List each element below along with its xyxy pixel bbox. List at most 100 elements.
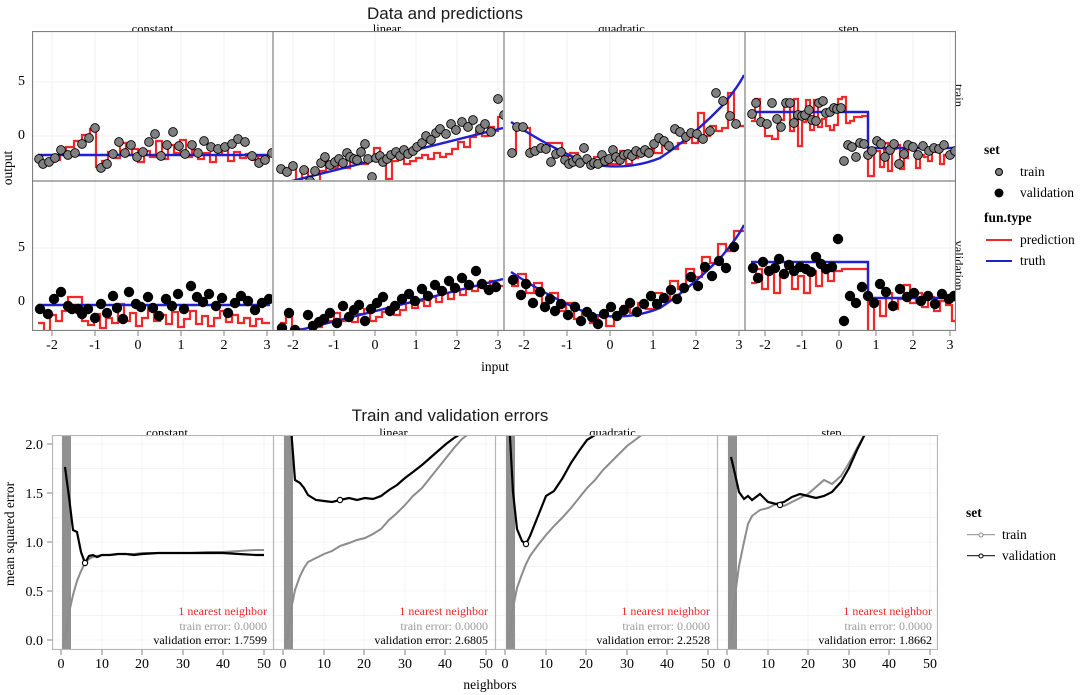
xtick: 2 — [692, 338, 700, 353]
train-linepoint-icon — [966, 526, 996, 544]
xtick: 50 — [923, 657, 937, 672]
bottom-chart-y-ticks — [47, 443, 52, 641]
xtick: -1 — [796, 338, 808, 353]
annotation-line-3: validation error: 2.6805 — [374, 633, 488, 648]
xtick: 20 — [357, 657, 371, 672]
xtick: 1 — [872, 338, 880, 353]
xtick: 3 — [735, 338, 743, 353]
legend-label: validation — [1002, 547, 1056, 563]
truth-line-icon — [984, 252, 1014, 270]
legend-item-validation[interactable]: validation — [966, 545, 1056, 566]
xtick: -1 — [561, 338, 573, 353]
xtick: 1 — [649, 338, 657, 353]
xtick: 10 — [317, 657, 331, 672]
legend-title-funtype: fun.type — [984, 210, 1032, 225]
bottom-y-tick-05: 0.5 — [25, 585, 44, 600]
top-chart-legend-set: set train validation — [984, 142, 1074, 203]
bottom-y-tick-0: 0.0 — [25, 634, 44, 649]
xtick: 0 — [279, 657, 287, 672]
train-point-icon — [984, 163, 1014, 181]
xtick: 10 — [95, 657, 109, 672]
xtick: 0 — [723, 657, 731, 672]
xtick: -2 — [287, 338, 299, 353]
xtick: 1 — [412, 338, 420, 353]
bottom-y-tick-2: 2.0 — [25, 438, 44, 453]
top-y-tick-train-5: 5 — [18, 74, 25, 89]
annotation-quadratic: 1 nearest neighbor train error: 0.0000 v… — [555, 604, 710, 648]
train-and-validation-errors-figure: Train and validation errors mean squared… — [0, 398, 1086, 695]
legend-item-prediction[interactable]: prediction — [984, 229, 1075, 250]
legend-item-truth[interactable]: truth — [984, 250, 1075, 271]
legend-label: prediction — [1020, 231, 1075, 247]
xtick: 20 — [579, 657, 593, 672]
xtick: 0 — [134, 338, 142, 353]
xtick: 40 — [216, 657, 230, 672]
xtick: 3 — [263, 338, 271, 353]
legend-label: train — [1002, 526, 1027, 542]
annotation-step: 1 nearest neighbor train error: 0.0000 v… — [777, 604, 932, 648]
annotation-line-1: 1 nearest neighbor — [621, 604, 710, 618]
legend-label: truth — [1020, 252, 1046, 268]
data-and-predictions-figure: Data and predictions output constant lin… — [0, 0, 1086, 395]
xtick: 40 — [438, 657, 452, 672]
xtick: 3 — [494, 338, 502, 353]
xtick: 0 — [57, 657, 65, 672]
bottom-chart-x-axis-label: neighbors — [463, 677, 517, 692]
xtick: 20 — [135, 657, 149, 672]
annotation-line-2: train error: 0.0000 — [844, 618, 932, 633]
xtick: 2 — [909, 338, 917, 353]
xtick: 40 — [660, 657, 674, 672]
top-y-tick-validation-5: 5 — [18, 240, 25, 255]
xtick: 30 — [176, 657, 190, 672]
top-chart-title: Data and predictions — [367, 4, 523, 23]
annotation-line-3: validation error: 2.2528 — [596, 633, 710, 648]
annotation-line-1: 1 nearest neighbor — [178, 604, 267, 618]
legend-item-validation[interactable]: validation — [984, 182, 1074, 203]
xtick: 30 — [620, 657, 634, 672]
top-chart-x-axis-label: input — [481, 359, 509, 374]
xtick: 10 — [539, 657, 553, 672]
xtick: 1 — [177, 338, 185, 353]
annotation-line-2: train error: 0.0000 — [400, 618, 488, 633]
legend-label: train — [1020, 163, 1045, 179]
annotation-line-2: train error: 0.0000 — [622, 618, 710, 633]
annotation-line-1: 1 nearest neighbor — [843, 604, 932, 618]
bottom-chart-title: Train and validation errors — [351, 406, 549, 425]
xtick: 10 — [761, 657, 775, 672]
validation-point-icon — [984, 184, 1014, 202]
xtick: 0 — [835, 338, 843, 353]
validation-linepoint-icon — [966, 547, 996, 565]
bottom-y-tick-1: 1.0 — [25, 536, 44, 551]
xtick: 20 — [801, 657, 815, 672]
xtick: 30 — [398, 657, 412, 672]
xtick: 2 — [453, 338, 461, 353]
legend-title-set: set — [966, 505, 982, 520]
xtick: 0 — [606, 338, 614, 353]
xtick: -1 — [89, 338, 101, 353]
xtick: -2 — [46, 338, 58, 353]
xtick: 3 — [946, 338, 954, 353]
legend-label: validation — [1020, 184, 1074, 200]
legend-title-set: set — [984, 142, 1000, 157]
xtick: 0 — [501, 657, 509, 672]
xtick: 0 — [371, 338, 379, 353]
annotation-line-3: validation error: 1.8662 — [818, 633, 932, 648]
annotation-line-3: validation error: 1.7599 — [153, 633, 267, 648]
legend-item-train[interactable]: train — [984, 161, 1074, 182]
xtick: 2 — [220, 338, 228, 353]
bottom-y-tick-15: 1.5 — [25, 487, 44, 502]
xtick: -1 — [328, 338, 340, 353]
top-y-tick-train-0: 0 — [18, 128, 25, 143]
top-chart-x-tick-labels: -2 -1 0 1 2 3 -2 -1 0 1 2 3 -2 -1 0 1 2 … — [32, 338, 956, 358]
legend-item-train[interactable]: train — [966, 524, 1056, 545]
annotation-constant: 1 nearest neighbor train error: 0.0000 v… — [112, 604, 267, 648]
annotation-line-1: 1 nearest neighbor — [399, 604, 488, 618]
bottom-chart-x-tick-labels: 0 10 20 30 40 50 0 10 20 30 40 50 0 10 2… — [52, 657, 938, 677]
xtick: -2 — [759, 338, 771, 353]
top-y-tick-validation-0: 0 — [18, 294, 25, 309]
xtick: 30 — [842, 657, 856, 672]
bottom-chart-legend-set: set train validation — [966, 505, 1056, 566]
xtick: -2 — [518, 338, 530, 353]
top-chart-legend-funtype: fun.type prediction truth — [984, 210, 1075, 271]
annotation-linear: 1 nearest neighbor train error: 0.0000 v… — [333, 604, 488, 648]
